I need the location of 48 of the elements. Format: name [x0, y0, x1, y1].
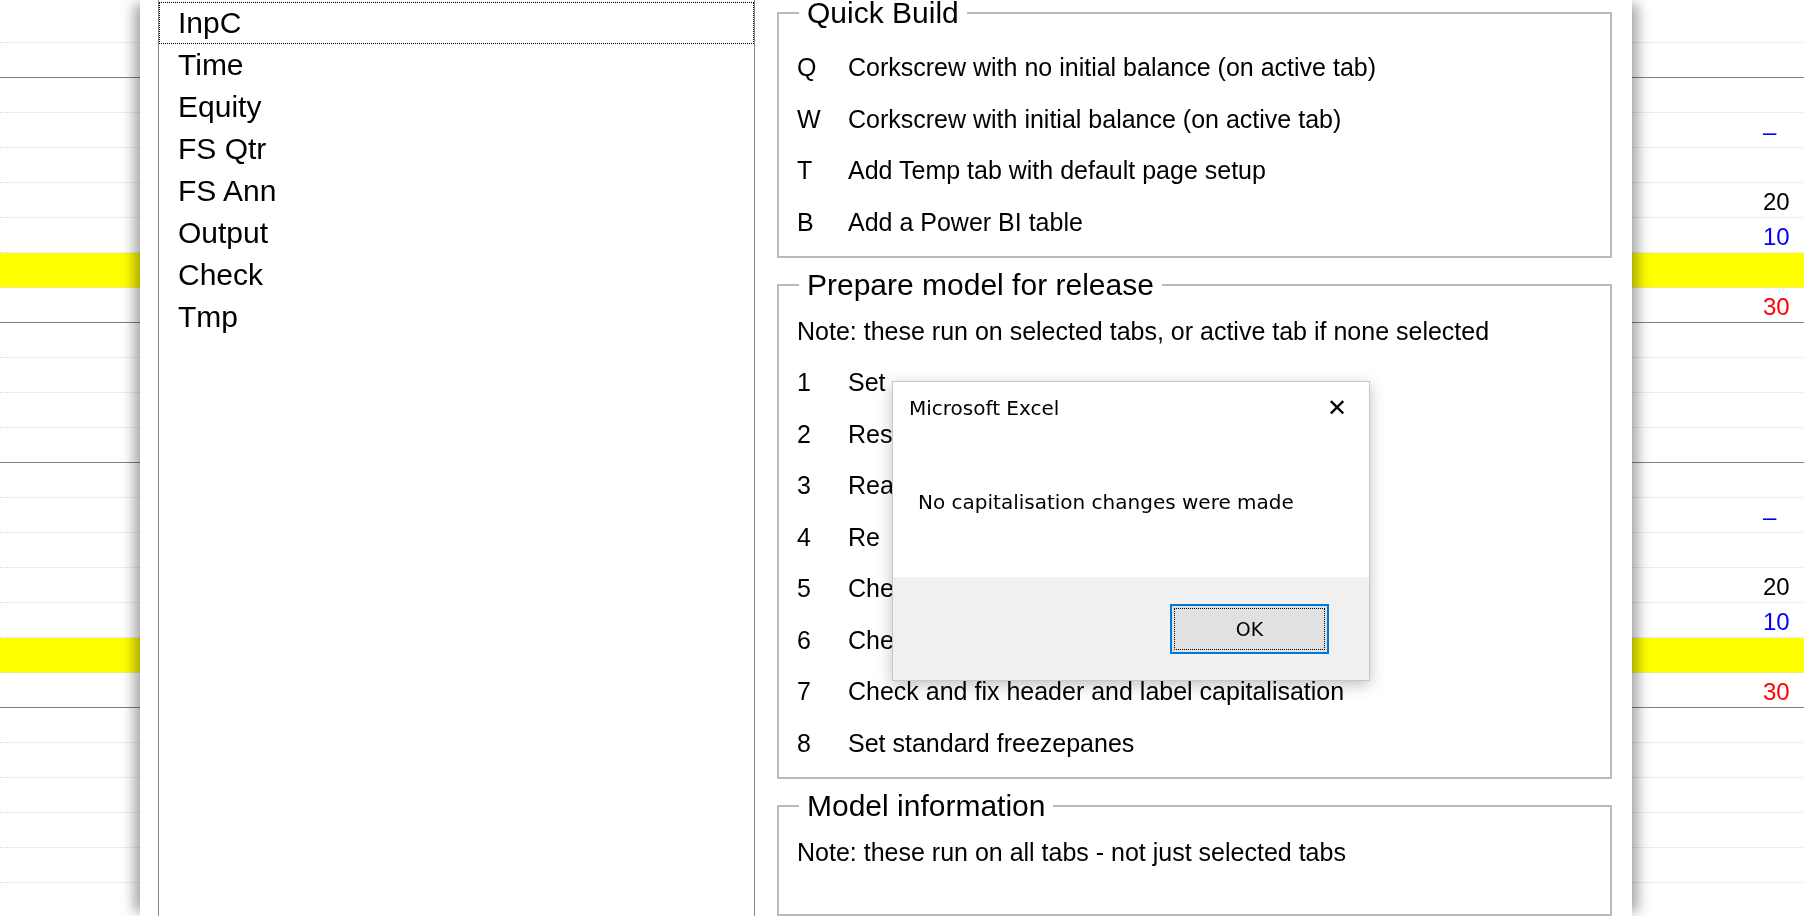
cell-value: 20: [1763, 573, 1790, 601]
action-label: Set standard freezepanes: [848, 728, 1135, 758]
shortcut-key: 4: [797, 522, 848, 552]
action-label: Re: [848, 522, 880, 552]
shortcut-key: 8: [797, 728, 848, 758]
action-label: Che: [848, 625, 894, 655]
list-item[interactable]: Time: [159, 44, 754, 86]
shortcut-key: 7: [797, 677, 848, 707]
cell-value: 30: [1763, 293, 1790, 321]
dialog-title: Microsoft Excel: [909, 396, 1060, 420]
shortcut-key: 2: [797, 419, 848, 449]
shortcut-key: 6: [797, 625, 848, 655]
action-label: Che: [848, 574, 894, 604]
action-label: Corkscrew with no initial balance (on active tab): [848, 53, 1376, 83]
list-item[interactable]: FS Ann: [159, 170, 754, 212]
action-label: Add a Power BI table: [848, 207, 1083, 237]
cell-value: –: [1763, 503, 1777, 531]
action-label: Res: [848, 419, 893, 449]
list-item[interactable]: Output: [159, 212, 754, 254]
list-item[interactable]: Check: [159, 254, 754, 296]
action-label: Rea: [848, 471, 894, 501]
shortcut-key: B: [797, 207, 848, 237]
action-label: Set: [848, 368, 886, 398]
frame-title: Model information: [806, 789, 1047, 823]
list-item[interactable]: FS Qtr: [159, 128, 754, 170]
shortcut-key: W: [797, 104, 848, 134]
list-item[interactable]: Tmp: [159, 296, 754, 338]
shortcut-key: 3: [797, 471, 848, 501]
action-label: Check and fix header and label capitalisation: [848, 677, 1345, 707]
cell-value: –: [1763, 118, 1777, 146]
list-item[interactable]: InpC: [159, 2, 754, 44]
action-label: Corkscrew with initial balance (on active tab): [848, 104, 1342, 134]
cell-value: 20: [1763, 188, 1790, 216]
note-text: Note: these run on all tabs - not just selected tabs: [797, 837, 1347, 868]
action-label: Add Temp tab with default page setup: [848, 156, 1266, 186]
cell-value: 30: [1763, 678, 1790, 706]
list-item[interactable]: Equity: [159, 86, 754, 128]
shortcut-key: T: [797, 156, 848, 186]
shortcut-key: Q: [797, 53, 848, 83]
frame-title: Quick Build: [806, 0, 960, 30]
frame-title: Prepare model for release: [806, 268, 1155, 302]
shortcut-key: 1: [797, 368, 848, 398]
note-text: Note: these run on selected tabs, or active tab if none selected: [797, 316, 1491, 347]
ok-button[interactable]: OK: [1170, 603, 1329, 654]
shortcut-key: 5: [797, 574, 848, 604]
cell-value: 10: [1763, 608, 1790, 636]
dialog-message: No capitalisation changes were made: [917, 489, 1295, 516]
cell-value: 10: [1763, 223, 1790, 251]
